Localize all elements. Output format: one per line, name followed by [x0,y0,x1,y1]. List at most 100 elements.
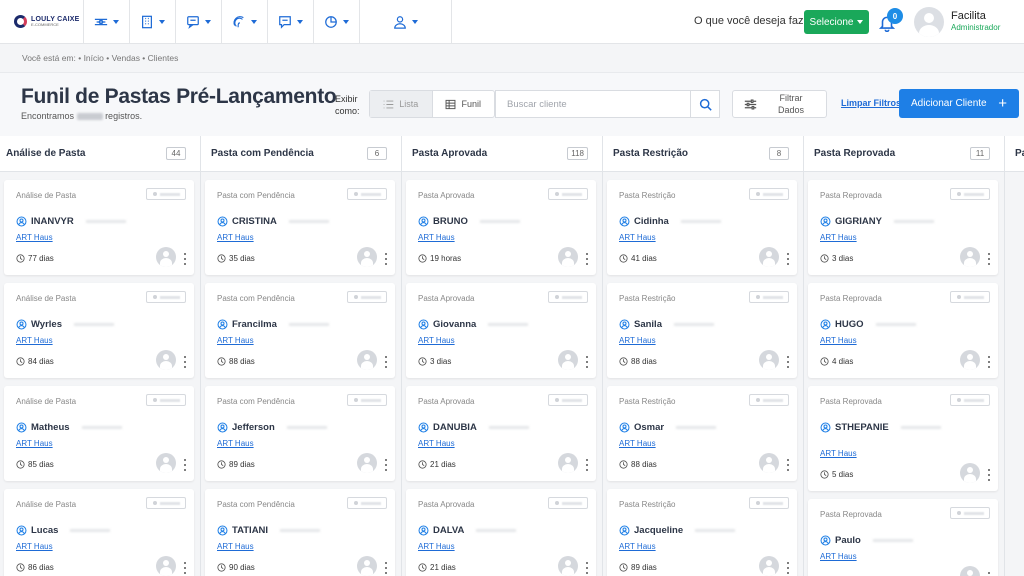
card-more-options-icon[interactable] [988,253,991,265]
card-company-link[interactable]: ART Haus [820,336,857,345]
card-assignee-avatar[interactable] [357,453,377,473]
card-company-link[interactable]: ART Haus [619,542,656,551]
card-company-link[interactable]: ART Haus [418,542,455,551]
card-client-name[interactable]: DALVA [418,525,517,536]
client-card[interactable]: Pasta Aprovada Giovanna ART Haus 3 dias [406,283,596,378]
client-card[interactable]: Pasta Aprovada DANUBIA ART Haus 21 dias [406,386,596,481]
card-client-name[interactable]: BRUNO [418,216,520,227]
card-more-options-icon[interactable] [787,253,790,265]
client-card[interactable]: Análise de Pasta Wyrles ART Haus 84 dias [4,283,194,378]
card-assignee-avatar[interactable] [357,556,377,576]
card-assignee-avatar[interactable] [156,556,176,576]
view-list-button[interactable]: Lista [370,91,433,117]
card-company-link[interactable]: ART Haus [217,233,254,242]
card-client-name[interactable]: Jefferson [217,422,327,433]
card-more-options-icon[interactable] [184,459,187,471]
card-assignee-avatar[interactable] [960,350,980,370]
client-card[interactable]: Pasta Restrição Sanila ART Haus 88 dias [607,283,797,378]
card-client-name[interactable]: Paulo [820,535,913,546]
card-company-link[interactable]: ART Haus [217,542,254,551]
card-assignee-avatar[interactable] [156,247,176,267]
card-company-link[interactable]: ART Haus [820,233,857,242]
card-more-options-icon[interactable] [988,572,991,576]
user-name[interactable]: Facilita [951,10,986,22]
card-assignee-avatar[interactable] [759,247,779,267]
client-card[interactable]: Pasta Aprovada BRUNO ART Haus 19 horas [406,180,596,275]
card-more-options-icon[interactable] [385,356,388,368]
card-more-options-icon[interactable] [787,356,790,368]
card-client-name[interactable]: Jacqueline [619,525,736,536]
card-client-name[interactable]: Matheus [16,422,122,433]
card-company-link[interactable]: ART Haus [619,233,656,242]
card-more-options-icon[interactable] [385,562,388,574]
card-company-link[interactable]: ART Haus [16,233,53,242]
card-client-name[interactable]: Sanila [619,319,714,330]
card-assignee-avatar[interactable] [960,247,980,267]
card-more-options-icon[interactable] [586,356,589,368]
card-assignee-avatar[interactable] [357,350,377,370]
card-assignee-avatar[interactable] [759,453,779,473]
card-client-name[interactable]: INANVYR [16,216,126,227]
card-client-name[interactable]: Giovanna [418,319,529,330]
client-card[interactable]: Pasta Reprovada STHEPANIE ART Haus 5 dia… [808,386,998,491]
card-client-name[interactable]: Wyrles [16,319,114,330]
card-assignee-avatar[interactable] [960,463,980,483]
client-card[interactable]: Pasta com Pendência TATIANI ART Haus 90 … [205,489,395,576]
card-client-name[interactable]: STHEPANIE [820,422,941,433]
client-card[interactable]: Pasta com Pendência Francilma ART Haus 8… [205,283,395,378]
card-more-options-icon[interactable] [988,356,991,368]
card-more-options-icon[interactable] [586,253,589,265]
card-company-link[interactable]: ART Haus [16,542,53,551]
card-company-link[interactable]: ART Haus [418,439,455,448]
nav-reports-menu[interactable] [314,0,360,44]
card-more-options-icon[interactable] [586,562,589,574]
card-client-name[interactable]: DANUBIA [418,422,529,433]
card-assignee-avatar[interactable] [558,247,578,267]
card-more-options-icon[interactable] [385,253,388,265]
card-client-name[interactable]: Cidinha [619,216,721,227]
client-card[interactable]: Pasta Reprovada HUGO ART Haus 4 dias [808,283,998,378]
card-assignee-avatar[interactable] [558,350,578,370]
card-assignee-avatar[interactable] [156,350,176,370]
client-card[interactable]: Pasta Aprovada DALVA ART Haus 21 dias [406,489,596,576]
filter-data-button[interactable]: Filtrar Dados [732,90,827,118]
client-card[interactable]: Análise de Pasta Matheus ART Haus 85 dia… [4,386,194,481]
card-assignee-avatar[interactable] [357,247,377,267]
card-more-options-icon[interactable] [787,459,790,471]
client-card[interactable]: Análise de Pasta Lucas ART Haus 86 dias [4,489,194,576]
card-client-name[interactable]: Francilma [217,319,329,330]
client-card[interactable]: Pasta com Pendência Jefferson ART Haus 8… [205,386,395,481]
nav-funnel-menu[interactable] [84,0,130,44]
quick-action-select[interactable]: Selecione [804,10,869,34]
card-more-options-icon[interactable] [988,469,991,481]
card-more-options-icon[interactable] [385,459,388,471]
card-assignee-avatar[interactable] [558,556,578,576]
card-assignee-avatar[interactable] [759,556,779,576]
nav-fingerprint-menu[interactable] [222,0,268,44]
clear-filters-link[interactable]: Limpar Filtros [841,98,901,108]
view-funnel-button[interactable]: Funil [433,91,495,117]
search-button[interactable] [690,91,719,117]
card-client-name[interactable]: HUGO [820,319,916,330]
card-company-link[interactable]: ART Haus [418,233,455,242]
card-assignee-avatar[interactable] [960,566,980,576]
client-card[interactable]: Pasta Restrição Osmar ART Haus 88 dias [607,386,797,481]
card-client-name[interactable]: CRISTINA [217,216,329,227]
card-more-options-icon[interactable] [184,356,187,368]
card-company-link[interactable]: ART Haus [820,552,857,561]
card-client-name[interactable]: Osmar [619,422,717,433]
brand-logo[interactable]: LOULY CAIXE E-COMMERCE [0,0,84,44]
card-assignee-avatar[interactable] [759,350,779,370]
card-company-link[interactable]: ART Haus [217,336,254,345]
card-more-options-icon[interactable] [586,459,589,471]
nav-chat-menu[interactable] [268,0,314,44]
client-card[interactable]: Pasta Restrição Cidinha ART Haus 41 dias [607,180,797,275]
card-more-options-icon[interactable] [184,253,187,265]
client-card[interactable]: Análise de Pasta INANVYR ART Haus 77 dia… [4,180,194,275]
client-card[interactable]: Pasta com Pendência CRISTINA ART Haus 35… [205,180,395,275]
client-card[interactable]: Pasta Reprovada GIGRIANY ART Haus 3 dias [808,180,998,275]
card-more-options-icon[interactable] [184,562,187,574]
card-client-name[interactable]: TATIANI [217,525,321,536]
nav-building-menu[interactable] [130,0,176,44]
card-company-link[interactable]: ART Haus [16,439,53,448]
